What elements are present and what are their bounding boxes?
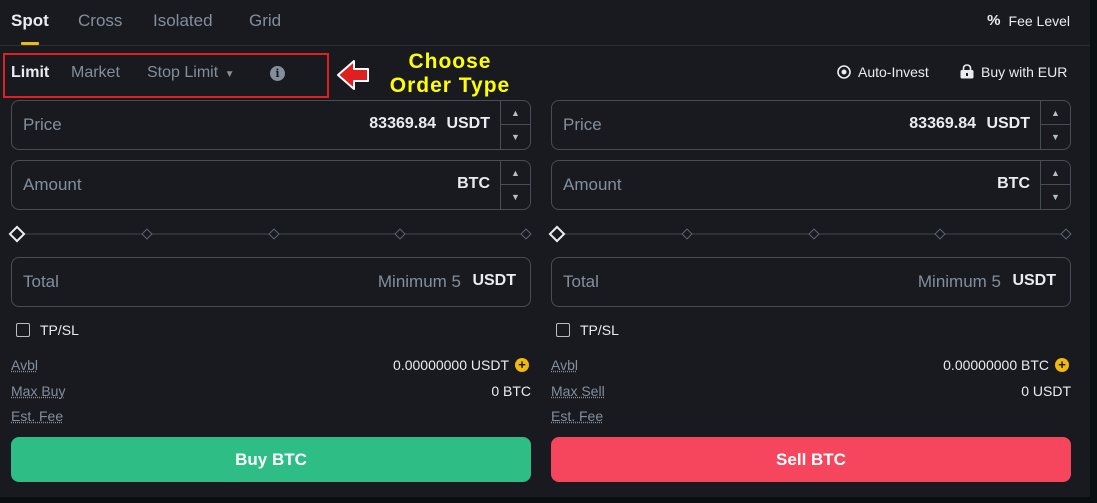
buy-price-label: Price — [23, 115, 62, 134]
buy-price-value: 83369.84 — [369, 115, 436, 132]
sell-price-label: Price — [563, 115, 602, 134]
buy-fee-label: Est. Fee — [11, 408, 64, 424]
slider-handle[interactable] — [548, 225, 566, 243]
slider-mark-50[interactable] — [268, 228, 280, 240]
tab-cross[interactable]: Cross — [78, 11, 122, 31]
sell-price-stepper: ▲ ▼ — [1040, 101, 1070, 149]
order-type-limit[interactable]: Limit — [11, 64, 49, 82]
decrement-icon[interactable]: ▼ — [1041, 125, 1070, 149]
slider-mark-50[interactable] — [808, 228, 820, 240]
buy-amount-unit: BTC — [457, 175, 490, 192]
caret-down-icon: ▼ — [224, 69, 235, 80]
buy-avbl-value: 0.00000000 USDT — [393, 357, 509, 373]
percent-icon: % — [987, 12, 1001, 29]
sell-max-value: 0 USDT — [1021, 383, 1071, 399]
buy-avbl-value-row: 0.00000000 USDT + — [393, 357, 529, 373]
buy-total-placeholder: Minimum 5 — [377, 272, 461, 291]
sell-amount-label: Amount — [563, 175, 622, 194]
decrement-icon[interactable]: ▼ — [1041, 185, 1070, 209]
margin-mode-tabs: Spot Cross Isolated Grid % Fee Level — [0, 0, 1090, 46]
slider-mark-75[interactable] — [934, 228, 946, 240]
buy-avbl-label: Avbl — [11, 357, 38, 373]
annotation-text: Choose Order Type — [389, 50, 511, 97]
deposit-plus-icon[interactable]: + — [1055, 358, 1069, 372]
sell-total-placeholder: Minimum 5 — [917, 272, 1001, 291]
buy-button[interactable]: Buy BTC — [11, 437, 531, 482]
sell-avbl-value-row: 0.00000000 BTC + — [943, 357, 1069, 373]
slider-handle[interactable] — [8, 225, 26, 243]
buy-price-field[interactable]: Price 83369.84 USDT ▲ ▼ — [11, 100, 531, 150]
sell-amount-field[interactable]: Amount BTC ▲ ▼ — [551, 160, 1071, 210]
sell-total-label: Total — [563, 272, 599, 291]
info-icon[interactable]: i — [270, 66, 285, 81]
buy-percent-slider[interactable] — [8, 225, 532, 243]
sell-avbl-value: 0.00000000 BTC — [943, 357, 1049, 373]
fee-level-label: Fee Level — [1008, 12, 1070, 29]
buy-with-eur-label: Buy with EUR — [981, 64, 1068, 80]
sell-avbl-label: Avbl — [551, 357, 578, 373]
tpsl-label: TP/SL — [580, 322, 619, 338]
order-type-market[interactable]: Market — [71, 64, 120, 82]
sell-total-unit: USDT — [1012, 272, 1056, 289]
buy-price-stepper: ▲ ▼ — [500, 101, 530, 149]
sell-amount-unit: BTC — [997, 175, 1030, 192]
buy-total-unit: USDT — [472, 272, 516, 289]
buy-tpsl-toggle[interactable]: TP/SL — [16, 322, 79, 338]
sell-max-label: Max Sell — [551, 383, 605, 399]
buy-amount-field[interactable]: Amount BTC ▲ ▼ — [11, 160, 531, 210]
trade-panel: Spot Cross Isolated Grid % Fee Level Lim… — [0, 0, 1090, 497]
card-icon — [960, 64, 974, 79]
decrement-icon[interactable]: ▼ — [501, 125, 530, 149]
increment-icon[interactable]: ▲ — [501, 101, 530, 125]
sell-percent-slider[interactable] — [548, 225, 1072, 243]
tab-grid[interactable]: Grid — [249, 11, 281, 31]
slider-mark-100[interactable] — [1060, 228, 1072, 240]
increment-icon[interactable]: ▲ — [501, 161, 530, 185]
tab-isolated[interactable]: Isolated — [153, 11, 213, 31]
buy-with-eur-link[interactable]: Buy with EUR — [959, 64, 1067, 80]
tpsl-checkbox[interactable] — [16, 323, 30, 337]
sell-price-unit: USDT — [986, 115, 1030, 132]
tpsl-checkbox[interactable] — [556, 323, 570, 337]
active-tab-indicator — [21, 42, 39, 45]
increment-icon[interactable]: ▲ — [1041, 161, 1070, 185]
deposit-plus-icon[interactable]: + — [515, 358, 529, 372]
slider-mark-100[interactable] — [520, 228, 532, 240]
auto-invest-link[interactable]: Auto-Invest — [836, 64, 929, 80]
sell-price-value: 83369.84 — [909, 115, 976, 132]
slider-mark-25[interactable] — [141, 228, 153, 240]
tpsl-label: TP/SL — [40, 322, 79, 338]
auto-invest-label: Auto-Invest — [858, 64, 929, 80]
buy-amount-stepper: ▲ ▼ — [500, 161, 530, 209]
slider-mark-25[interactable] — [681, 228, 693, 240]
sell-tpsl-toggle[interactable]: TP/SL — [556, 322, 619, 338]
buy-max-label: Max Buy — [11, 383, 66, 399]
fee-level-link[interactable]: % Fee Level — [987, 12, 1070, 29]
stop-limit-label: Stop Limit — [147, 64, 219, 81]
buy-total-field[interactable]: Total Minimum 5 USDT — [11, 257, 531, 307]
slider-mark-75[interactable] — [394, 228, 406, 240]
buy-max-value: 0 BTC — [491, 383, 531, 399]
buy-total-label: Total — [23, 272, 59, 291]
sell-fee-label: Est. Fee — [551, 408, 604, 424]
buy-amount-label: Amount — [23, 175, 82, 194]
sell-amount-stepper: ▲ ▼ — [1040, 161, 1070, 209]
order-type-stop-limit[interactable]: Stop Limit ▼ — [147, 64, 235, 82]
left-arrow-icon — [337, 60, 369, 90]
increment-icon[interactable]: ▲ — [1041, 101, 1070, 125]
buy-price-unit: USDT — [446, 115, 490, 132]
sell-price-field[interactable]: Price 83369.84 USDT ▲ ▼ — [551, 100, 1071, 150]
sell-total-field[interactable]: Total Minimum 5 USDT — [551, 257, 1071, 307]
decrement-icon[interactable]: ▼ — [501, 185, 530, 209]
sell-button[interactable]: Sell BTC — [551, 437, 1071, 482]
auto-invest-icon — [837, 65, 851, 79]
tab-spot[interactable]: Spot — [11, 11, 49, 31]
